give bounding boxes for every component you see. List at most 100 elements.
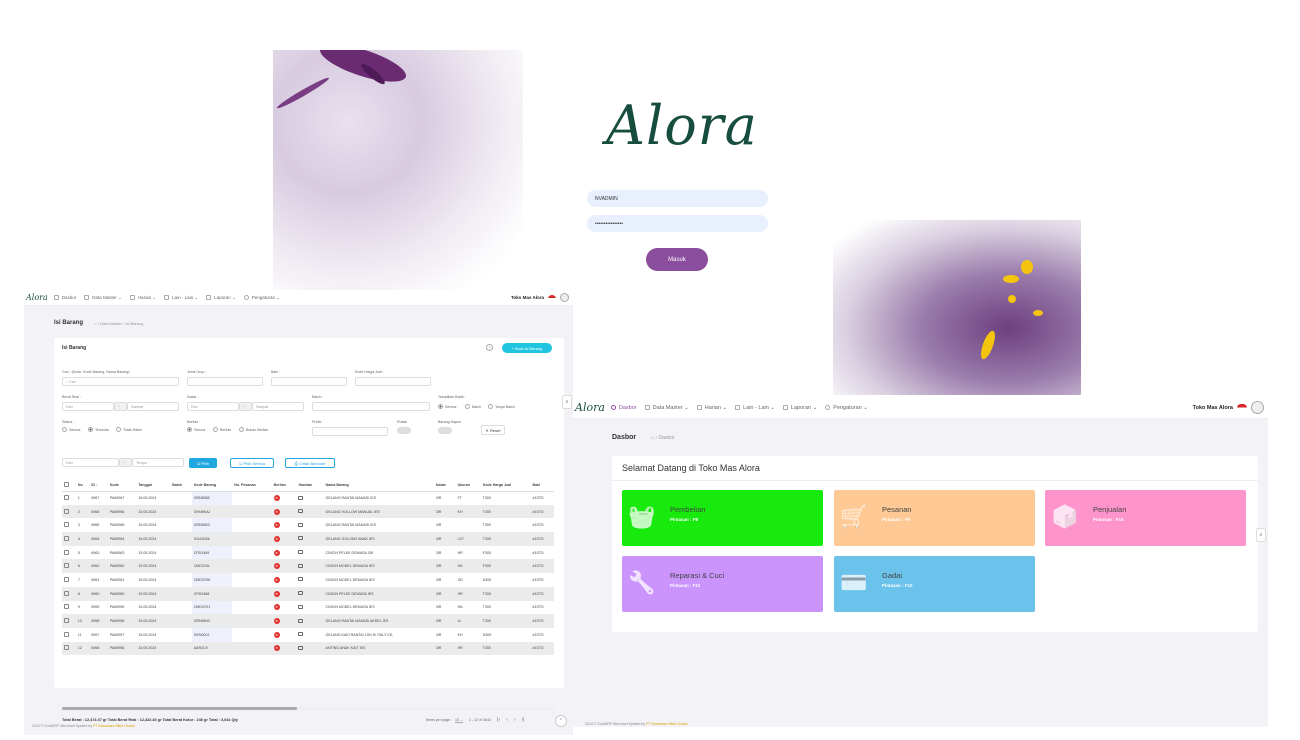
home-icon[interactable]: ⌂ (94, 321, 96, 326)
barang-hapus-toggle[interactable] (438, 427, 452, 434)
pilih-button[interactable]: ☑ Pilih (189, 458, 217, 468)
help-icon[interactable]: ? (486, 344, 493, 351)
date-to-input[interactable]: Tempo (132, 458, 184, 467)
nav-dasbor[interactable]: Dasbor (610, 405, 637, 411)
nav-logo[interactable]: Alora (575, 401, 605, 414)
radio-status-tidak[interactable]: Tidak Halen (116, 427, 142, 432)
nav-data-master[interactable]: Data Master ⌄ (84, 295, 122, 301)
scroll-top-icon[interactable]: ⌃ (555, 715, 567, 727)
column-header[interactable]: Nama Barang (323, 480, 434, 492)
footer-link[interactable]: PT Nusantara Mitra Global (93, 724, 134, 728)
nav-lain-lain[interactable]: Lain - Lain ⌄ (735, 405, 775, 411)
side-search-icon[interactable]: ⌕ (1256, 528, 1266, 542)
table-row[interactable]: 9 6959 PA69959 15.05.2024 CMD3Y0J × CINCIN MOD… (62, 600, 554, 615)
table-row[interactable]: 1 6967 PA69967 15.05.2024 GRN5565 × GELANG RAN… (62, 491, 554, 505)
horizontal-scrollbar[interactable] (62, 707, 554, 710)
radio-berlian-semua[interactable]: Semua (187, 427, 205, 432)
tile-pesanan[interactable]: 🛒 Pesanan Pintasan : F9 (834, 490, 1035, 546)
row-checkbox[interactable] (62, 559, 76, 574)
store-menu[interactable]: Toko Mas Alora (1193, 401, 1268, 414)
radio-batch-batch[interactable]: Batch (465, 404, 481, 409)
column-header[interactable]: ID ↓ (89, 480, 108, 492)
row-checkbox[interactable] (62, 641, 76, 656)
image-icon[interactable] (298, 563, 304, 568)
image-icon[interactable] (298, 645, 304, 650)
berat-to-input[interactable]: Sampai (127, 402, 179, 411)
column-header[interactable]: Baki (530, 480, 554, 492)
first-page-icon[interactable]: |‹ (497, 717, 500, 723)
table-row[interactable]: 10 6958 PA69958 15.05.2024 GRN560C × GELANG RA… (62, 614, 554, 628)
row-checkbox[interactable] (62, 518, 76, 532)
column-header[interactable]: Kode Harga Jual (480, 480, 531, 492)
row-checkbox[interactable] (62, 504, 76, 519)
checkbox-icon[interactable] (64, 522, 69, 528)
kode-harga-select[interactable] (355, 377, 431, 386)
row-checkbox[interactable] (62, 586, 76, 601)
tile-pembelian[interactable]: 🧺 Pembelian Pintasan : F8 (622, 490, 823, 546)
berat-from-input[interactable]: Dari (62, 402, 114, 411)
home-icon[interactable]: ⌂ (651, 435, 654, 441)
cetak-barcode-button[interactable]: ⎙ Cetak Barcode (285, 458, 335, 468)
checkbox-icon[interactable] (64, 563, 69, 569)
nav-dasbor[interactable]: Dasbor (53, 295, 76, 300)
checkbox-icon[interactable] (64, 535, 69, 541)
jenis-grup-select[interactable] (187, 377, 263, 386)
checkbox-icon[interactable] (64, 482, 69, 488)
checkbox-icon[interactable] (64, 604, 69, 610)
tile-reparasi[interactable]: 🔧 Reparasi & Cuci Pintasan : F11 (622, 556, 823, 612)
image-icon[interactable] (298, 550, 304, 555)
column-header[interactable]: Kadar (433, 480, 456, 492)
tile-gadai[interactable]: 💳 Gadai Pintasan : F12 (834, 556, 1035, 612)
reset-button[interactable]: ✕ Reset (481, 425, 505, 435)
scrollbar-thumb[interactable] (62, 707, 297, 710)
nav-pengaturan[interactable]: Pengaturan ⌄ (243, 295, 280, 301)
add-isi-barang-button[interactable]: + Buat Isi Barang (502, 343, 552, 353)
search-input[interactable]: ⌕ Cari (62, 377, 179, 386)
batch-select[interactable] (312, 402, 430, 411)
rows-per-page-select[interactable]: 10 ⌄ (454, 718, 463, 723)
image-icon[interactable] (298, 577, 304, 582)
table-row[interactable]: 7 6961 PA69961 15.05.2024 CMD3Y0K × CINCIN MOD… (62, 573, 554, 587)
nav-laporan[interactable]: Laporan ⌄ (206, 295, 236, 301)
image-icon[interactable] (298, 632, 304, 637)
radio-berlian-berlian[interactable]: Berlian (213, 427, 231, 432)
prev-page-icon[interactable]: ‹ (506, 717, 508, 723)
image-icon[interactable] (298, 536, 304, 541)
tile-penjualan[interactable]: 📦 Penjualan Pintasan : F10 (1045, 490, 1246, 546)
table-row[interactable]: 11 6957 PA69957 15.05.2024 GKN002J × GELANG KA… (62, 627, 554, 642)
password-field[interactable]: •••••••••••••••• (587, 215, 768, 232)
image-icon[interactable] (298, 591, 304, 596)
column-header[interactable]: Berlian (271, 480, 297, 492)
table-row[interactable]: 5 6963 PA69963 15.05.2024 CPD3469 × CINCIN PEL… (62, 545, 554, 560)
last-page-icon[interactable]: ›| (521, 717, 524, 723)
username-field[interactable]: NVADMIN (587, 190, 768, 207)
table-row[interactable]: 4 6964 PA69964 15.05.2024 GGA3046 × GELANG GOL… (62, 532, 554, 546)
row-checkbox[interactable] (62, 601, 76, 615)
select-all-checkbox[interactable] (62, 480, 76, 492)
radio-berlian-bukan[interactable]: Bukan Berlian (239, 427, 268, 432)
column-header[interactable]: Gambar (296, 480, 324, 492)
date-from-input[interactable]: Dari (62, 458, 119, 467)
column-header[interactable]: No (75, 480, 90, 492)
row-checkbox[interactable] (62, 628, 76, 642)
pilih-semua-button[interactable]: ☑ Pilih Semua (230, 458, 274, 468)
column-header[interactable]: Kode Barang (191, 480, 233, 492)
image-icon[interactable] (298, 522, 304, 527)
image-icon[interactable] (298, 604, 304, 609)
login-button[interactable]: Masuk (646, 248, 708, 271)
nav-data-master[interactable]: Data Master ⌄ (644, 405, 689, 411)
radio-batch-semua[interactable]: Semua (438, 404, 456, 409)
baki-select[interactable] (271, 377, 347, 386)
nav-pengaturan[interactable]: Pengaturan ⌄ (825, 405, 868, 411)
checkbox-icon[interactable] (64, 631, 69, 637)
radio-batch-tanpa[interactable]: Tanpa Batch (488, 404, 515, 409)
row-checkbox[interactable] (62, 573, 76, 587)
checkbox-icon[interactable] (64, 645, 69, 651)
checkbox-icon[interactable] (64, 495, 69, 501)
image-icon[interactable] (298, 509, 304, 514)
avatar[interactable] (1251, 401, 1264, 414)
image-icon[interactable] (298, 618, 304, 623)
row-checkbox[interactable] (62, 491, 76, 505)
checkbox-icon[interactable] (64, 576, 69, 582)
checkbox-icon[interactable] (64, 618, 69, 624)
